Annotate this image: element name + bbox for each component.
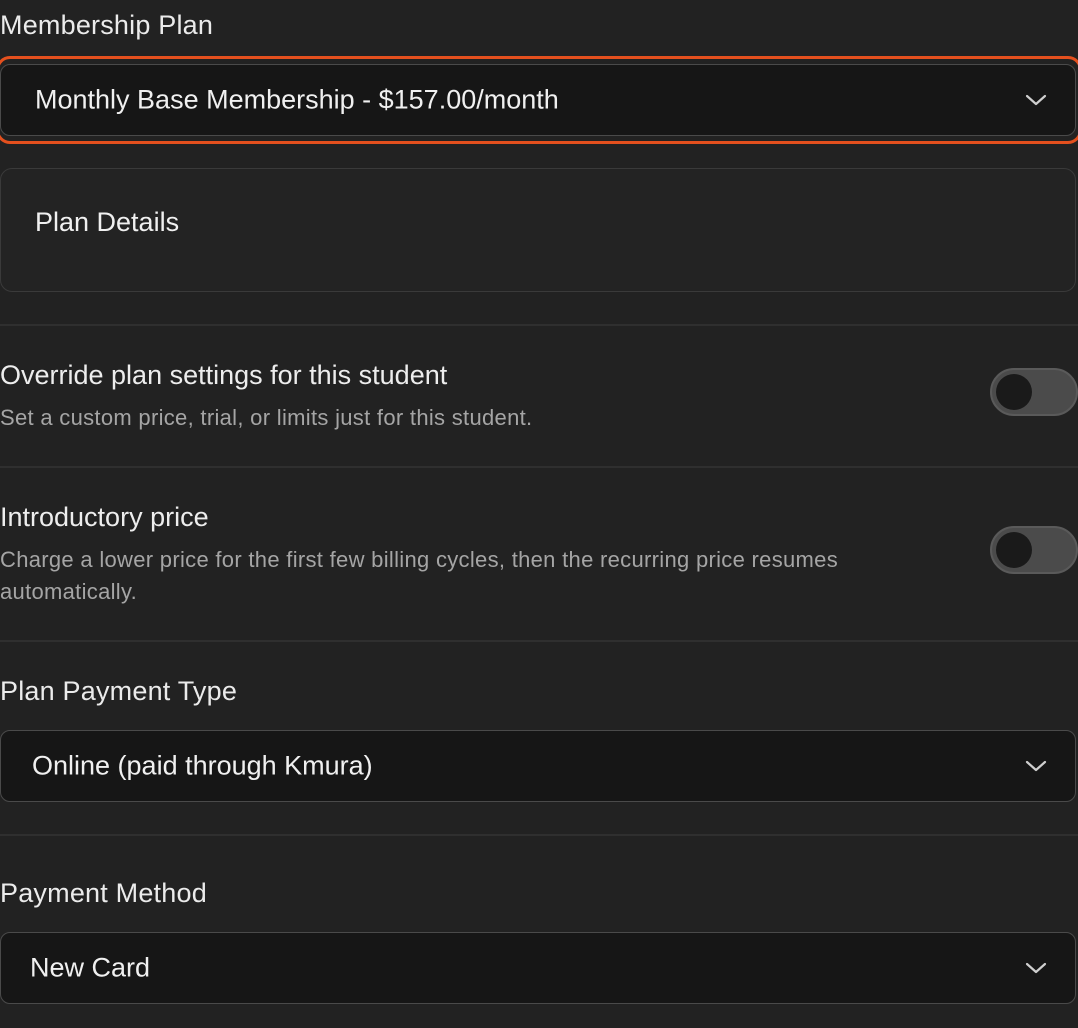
divider	[0, 640, 1078, 642]
plan-details-title: Plan Details	[35, 207, 180, 237]
membership-plan-selected-value: Monthly Base Membership - $157.00/month	[35, 84, 559, 115]
divider	[0, 466, 1078, 468]
chevron-down-icon	[1025, 759, 1047, 773]
override-settings-title: Override plan settings for this student	[0, 360, 448, 390]
plan-payment-type-selected-value: Online (paid through Kmura)	[32, 750, 373, 781]
introductory-price-toggle[interactable]	[990, 526, 1078, 574]
introductory-price-description-line2: automatically.	[0, 579, 138, 604]
divider	[0, 834, 1078, 836]
introductory-price-title: Introductory price	[0, 502, 209, 532]
membership-plan-select[interactable]: Monthly Base Membership - $157.00/month	[0, 64, 1076, 136]
toggle-knob	[996, 532, 1032, 568]
override-settings-toggle[interactable]	[990, 368, 1078, 416]
payment-method-selected-value: New Card	[30, 952, 151, 983]
payment-method-label: Payment Method	[0, 878, 207, 908]
payment-method-select[interactable]: New Card	[0, 932, 1076, 1004]
chevron-down-icon	[1025, 961, 1047, 975]
introductory-price-description-line1: Charge a lower price for the first few b…	[0, 547, 838, 572]
plan-details-card: Plan Details	[0, 168, 1076, 292]
plan-payment-type-select[interactable]: Online (paid through Kmura)	[0, 730, 1076, 802]
plan-payment-type-label: Plan Payment Type	[0, 676, 238, 706]
toggle-knob	[996, 374, 1032, 410]
chevron-down-icon	[1025, 93, 1047, 107]
membership-plan-label: Membership Plan	[0, 10, 214, 40]
divider	[0, 324, 1078, 326]
override-settings-description: Set a custom price, trial, or limits jus…	[0, 405, 533, 430]
